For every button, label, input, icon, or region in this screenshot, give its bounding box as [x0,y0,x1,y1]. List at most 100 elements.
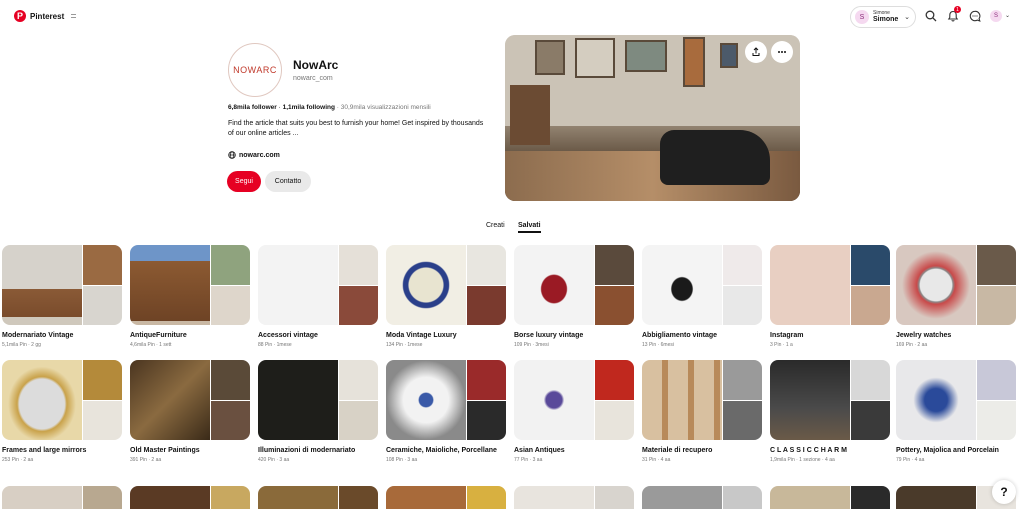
question-mark-icon: ? [1000,485,1008,499]
more-options-icon[interactable] [771,41,793,63]
board-card[interactable]: Asian Antiques 77 Pin · 3 aa [514,360,634,463]
chevron-down-icon: ⌄ [904,14,910,21]
board-thumbnail [386,360,506,440]
board-card[interactable] [514,486,634,509]
board-thumbnail [258,360,378,440]
board-thumbnail [896,245,1016,325]
board-card[interactable]: AntiqueFurniture 4,6mila Pin · 1 sett [130,245,250,348]
board-card[interactable] [386,486,506,509]
profile-handle: nowarc_com [293,75,333,82]
website-link[interactable]: nowarc.com [228,151,280,159]
menu-icon[interactable] [71,14,77,18]
board-meta: 5,1mila Pin · 2 gg [2,342,41,348]
board-card[interactable]: Pottery, Majolica and Porcelain 79 Pin ·… [896,360,1016,463]
board-thumbnail [2,245,122,325]
account-name: Simone [873,16,899,23]
board-title: Modernariato Vintage [2,332,74,339]
board-card[interactable]: Moda Vintage Luxury 134 Pin · 1mese [386,245,506,348]
board-title: Ceramiche, Maioliche, Porcellane [386,447,497,454]
profile-bio: Find the article that suits you best to … [228,120,484,137]
board-title: Illuminazioni di modernariato [258,447,356,454]
board-meta: 3 Pin · 1 a [770,342,793,348]
board-thumbnail [514,245,634,325]
tab-saved[interactable]: Salvati [518,222,541,233]
board-title: Asian Antiques [514,447,565,454]
board-thumbnail [258,486,378,509]
board-meta: 77 Pin · 3 aa [514,457,543,463]
profile-avatar[interactable]: S [990,10,1002,22]
board-card[interactable]: Borse luxury vintage 109 Pin · 3mesi [514,245,634,348]
board-meta: 13 Pin · 6mesi [642,342,674,348]
globe-icon [228,151,236,159]
board-thumbnail [2,360,122,440]
board-title: Instagram [770,332,804,339]
profile-logo: NOWARC [228,43,282,97]
profile-cover-image [505,35,800,201]
board-meta: 31 Pin · 4 aa [642,457,671,463]
board-meta: 391 Pin · 2 aa [130,457,162,463]
account-switcher[interactable]: S Simone Simone ⌄ [850,6,916,28]
board-card[interactable] [642,486,762,509]
board-thumbnail [258,245,378,325]
board-thumbnail [130,360,250,440]
board-card[interactable] [2,486,122,509]
contact-button[interactable]: Contatto [265,171,311,192]
board-thumbnail [514,486,634,509]
following-count[interactable]: 1,1mila following [283,104,335,111]
messages-icon[interactable] [968,9,982,23]
board-meta: 169 Pin · 2 aa [896,342,928,348]
board-thumbnail [514,360,634,440]
board-title: Pottery, Majolica and Porcelain [896,447,999,454]
share-icon[interactable] [745,41,767,63]
board-thumbnail [642,486,762,509]
board-card[interactable]: Jewelry watches 169 Pin · 2 aa [896,245,1016,348]
pinterest-logo[interactable]: P Pinterest [14,10,77,22]
board-thumbnail [770,360,890,440]
board-meta: 253 Pin · 2 aa [2,457,34,463]
board-card[interactable] [770,486,890,509]
pinterest-icon: P [14,10,26,22]
board-card[interactable]: Illuminazioni di modernariato 420 Pin · … [258,360,378,463]
brand-name: Pinterest [30,11,65,21]
board-title: Frames and large mirrors [2,447,87,454]
board-meta: 108 Pin · 3 aa [386,457,418,463]
search-icon[interactable] [924,9,938,23]
board-card[interactable]: Ceramiche, Maioliche, Porcellane 108 Pin… [386,360,506,463]
board-card[interactable]: Old Master Paintings 391 Pin · 2 aa [130,360,250,463]
profile-name: NowArc [293,58,339,72]
chevron-down-icon[interactable]: ⌄ [1005,12,1010,19]
board-card[interactable] [130,486,250,509]
board-card[interactable]: Modernariato Vintage 5,1mila Pin · 2 gg [2,245,122,348]
board-title: Abbigliamento vintage [642,332,718,339]
board-title: C L A S S I C C H A R M [770,447,848,454]
board-title: AntiqueFurniture [130,332,187,339]
board-card[interactable]: Materiale di recupero 31 Pin · 4 aa [642,360,762,463]
logo-text: NOWARC [233,65,277,75]
board-thumbnail [386,486,506,509]
top-bar: P Pinterest S Simone Simone ⌄ 1 S ⌄ [0,0,1024,32]
board-meta: 109 Pin · 3mesi [514,342,549,348]
help-button[interactable]: ? [992,480,1016,504]
board-meta: 134 Pin · 1mese [386,342,423,348]
board-card[interactable] [258,486,378,509]
board-thumbnail [386,245,506,325]
follow-button[interactable]: Segui [227,171,261,192]
board-thumbnail [770,245,890,325]
board-title: Old Master Paintings [130,447,200,454]
board-meta: 88 Pin · 1mese [258,342,292,348]
followers-count[interactable]: 6,8mila follower [228,104,277,111]
board-thumbnail [2,486,122,509]
notifications-icon[interactable]: 1 [946,6,961,23]
board-card[interactable]: Accessori vintage 88 Pin · 1mese [258,245,378,348]
board-card[interactable]: Abbigliamento vintage 13 Pin · 6mesi [642,245,762,348]
board-card[interactable]: Instagram 3 Pin · 1 a [770,245,890,348]
tab-created[interactable]: Creati [486,222,505,229]
board-card[interactable]: Frames and large mirrors 253 Pin · 2 aa [2,360,122,463]
board-card[interactable]: C L A S S I C C H A R M 1,9mila Pin · 1 … [770,360,890,463]
board-thumbnail [130,486,250,509]
board-meta: 1,9mila Pin · 1 sezione · 4 aa [770,457,835,463]
board-meta: 79 Pin · 4 aa [896,457,925,463]
board-thumbnail [642,360,762,440]
board-title: Borse luxury vintage [514,332,584,339]
board-title: Moda Vintage Luxury [386,332,457,339]
